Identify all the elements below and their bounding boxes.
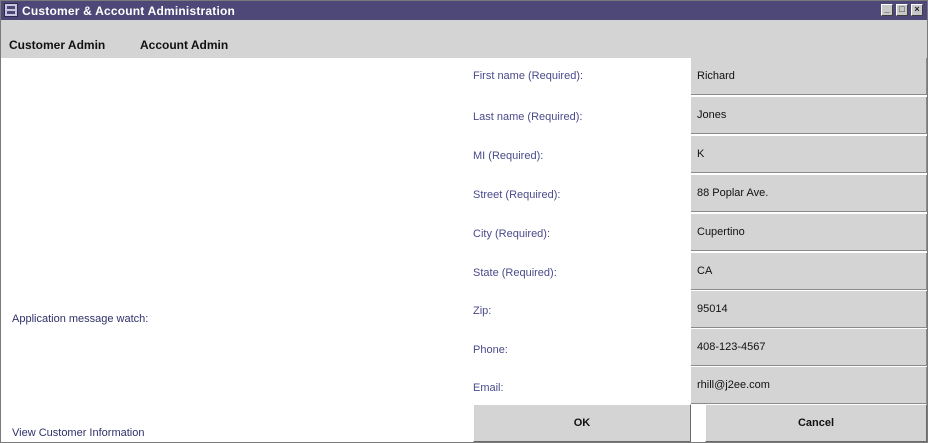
zip-label: Zip: [473,305,492,317]
last-name-label: Last name (Required): [473,111,583,123]
application-message-label: Application message watch: [12,313,149,325]
mi-label: MI (Required): [473,150,544,162]
cancel-button[interactable]: Cancel [705,404,927,442]
window-title: Customer & Account Administration [22,4,236,18]
first-name-field[interactable]: Richard [691,58,927,95]
city-label: City (Required): [473,228,551,240]
last-name-field[interactable]: Jones [691,97,927,134]
first-name-label: First name (Required): [473,70,584,82]
close-icon[interactable]: × [911,4,923,16]
city-field[interactable]: Cupertino [691,214,927,251]
ok-button[interactable]: OK [473,404,691,442]
title-bar[interactable]: Customer & Account Administration _ □ × [1,1,927,20]
mi-field[interactable]: K [691,136,927,173]
email-field[interactable]: rhill@j2ee.com [691,367,927,404]
state-field[interactable]: CA [691,253,927,290]
window-app-icon [4,3,18,17]
zip-field[interactable]: 95014 [691,291,927,328]
email-label: Email: [473,382,504,394]
menu-account-admin[interactable]: Account Admin [140,38,228,52]
menu-bar: Customer Admin Account Admin [1,20,927,58]
state-label: State (Required): [473,267,557,279]
view-customer-information-link[interactable]: View Customer Information [12,427,144,439]
maximize-icon[interactable]: □ [896,4,908,16]
street-field[interactable]: 88 Poplar Ave. [691,175,927,212]
street-label: Street (Required): [473,189,561,201]
phone-field[interactable]: 408-123-4567 [691,329,927,366]
phone-label: Phone: [473,344,508,356]
minimize-icon[interactable]: _ [881,4,893,16]
menu-customer-admin[interactable]: Customer Admin [9,38,105,52]
app-window: Customer & Account Administration _ □ × … [0,0,928,443]
